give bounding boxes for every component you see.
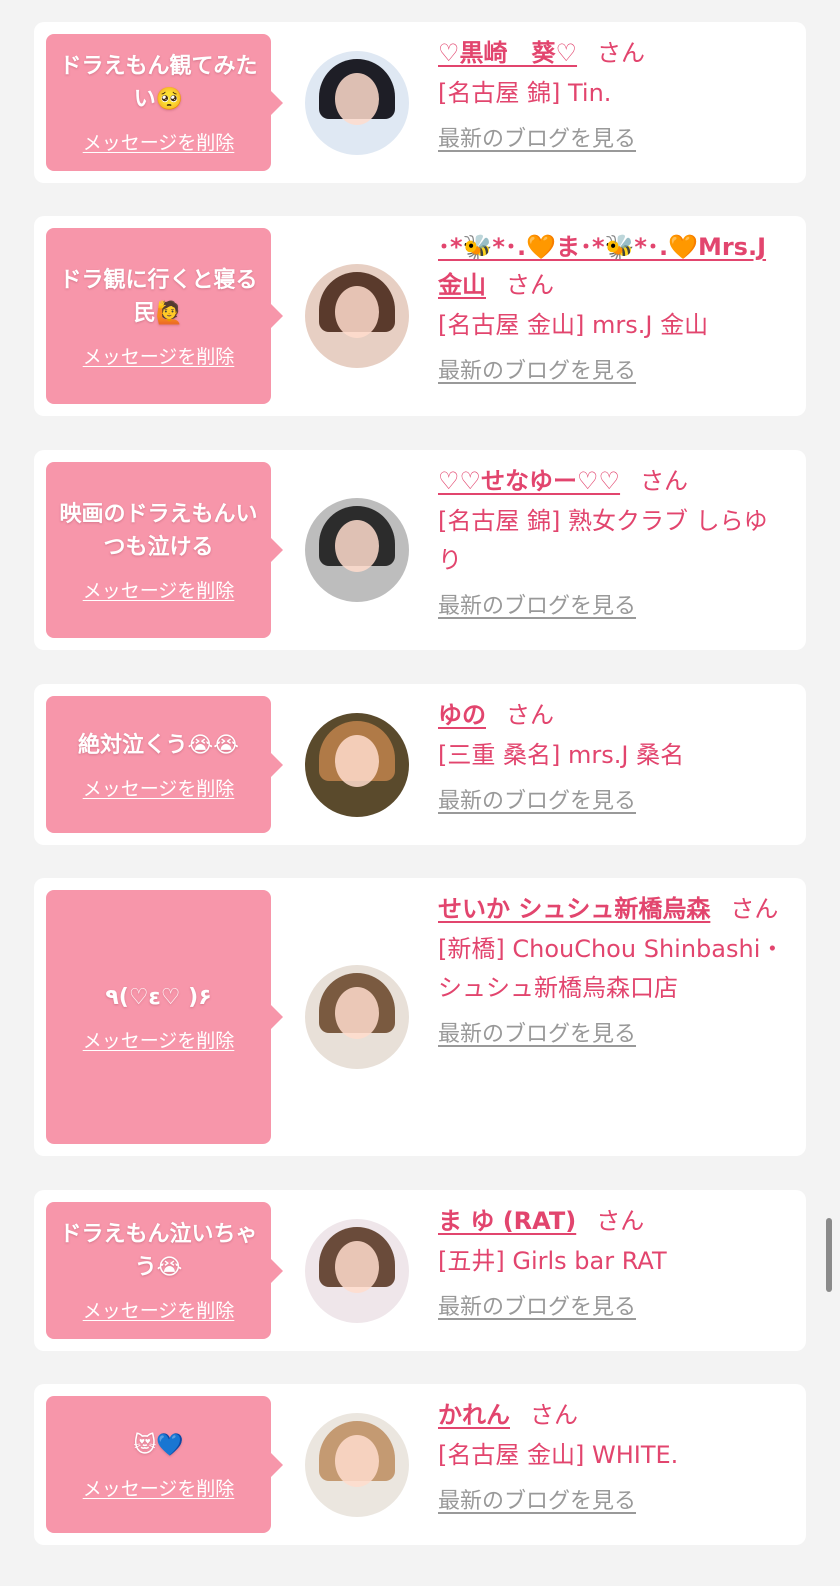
message-text: 😻💙: [133, 1432, 184, 1458]
message-card: ドラえもん泣いちゃう😭 メッセージを削除 ま ゆ (RAT) さん [五井] Gi…: [34, 1190, 806, 1351]
avatar[interactable]: [305, 51, 409, 155]
message-card: ٩(♡ε♡ )۶ メッセージを削除 せいか シュシュ新橋烏森 さん [新橋] Ch…: [34, 878, 806, 1156]
profile-info: ･*🐝*･.🧡ま･*🐝*･.🧡Mrs.J金山 さん [名古屋 金山] mrs.J …: [438, 228, 786, 387]
cast-name-link[interactable]: ･*🐝*･.🧡ま･*🐝*･.🧡Mrs.J金山: [438, 233, 766, 299]
profile-info: せいか シュシュ新橋烏森 さん [新橋] ChouChou Shinbashi・シ…: [438, 890, 786, 1050]
profile-info: ま ゆ (RAT) さん [五井] Girls bar RAT 最新のブログを見る: [438, 1202, 786, 1323]
message-card: 😻💙 メッセージを削除 かれん さん [名古屋 金山] WHITE. 最新のブログ…: [34, 1384, 806, 1545]
avatar[interactable]: [305, 1219, 409, 1323]
shop-info: [三重 桑名] mrs.J 桑名: [438, 741, 685, 769]
latest-blog-link[interactable]: 最新のブログを見る: [438, 787, 636, 817]
shop-info: [五井] Girls bar RAT: [438, 1247, 667, 1275]
delete-message-link[interactable]: メッセージを削除: [83, 576, 235, 603]
delete-message-link[interactable]: メッセージを削除: [83, 128, 235, 155]
name-line: ゆの さん: [438, 696, 786, 734]
name-line: ･*🐝*･.🧡ま･*🐝*･.🧡Mrs.J金山 さん: [438, 228, 786, 304]
avatar[interactable]: [305, 498, 409, 602]
shop-info: [新橋] ChouChou Shinbashi・シュシュ新橋烏森口店: [438, 935, 785, 1002]
latest-blog-link[interactable]: 最新のブログを見る: [438, 125, 636, 155]
message-text: 絶対泣くう😭😭: [78, 732, 239, 758]
message-bubble: 絶対泣くう😭😭 メッセージを削除: [46, 696, 283, 833]
message-text: 映画のドラえもんいつも泣ける: [59, 501, 258, 560]
message-bubble: ドラえもん泣いちゃう😭 メッセージを削除: [46, 1202, 283, 1339]
profile-info: ♡♡せなゆー♡♡ さん [名古屋 錦] 熟女クラブ しらゆり 最新のブログを見る: [438, 462, 786, 622]
name-line: ♡♡せなゆー♡♡ さん: [438, 462, 786, 500]
avatar-face: [335, 73, 379, 125]
delete-message-link[interactable]: メッセージを削除: [83, 774, 235, 801]
avatar-face: [335, 1241, 379, 1293]
honorific: さん: [597, 39, 646, 67]
message-card: ドラえもん観てみたい🥺 メッセージを削除 ♡黒崎 葵♡ さん [名古屋 錦] Ti…: [34, 22, 806, 183]
avatar[interactable]: [305, 1413, 409, 1517]
avatar-face: [335, 987, 379, 1039]
avatar-face: [335, 1435, 379, 1487]
avatar[interactable]: [305, 965, 409, 1069]
cast-name-link[interactable]: ま ゆ (RAT): [438, 1207, 576, 1235]
delete-message-link[interactable]: メッセージを削除: [83, 1296, 235, 1323]
honorific: さん: [640, 467, 689, 495]
delete-message-link[interactable]: メッセージを削除: [83, 1026, 235, 1053]
delete-message-link[interactable]: メッセージを削除: [83, 1474, 235, 1501]
shop-info: [名古屋 金山] mrs.J 金山: [438, 311, 709, 339]
avatar-face: [335, 286, 379, 338]
latest-blog-link[interactable]: 最新のブログを見る: [438, 357, 636, 387]
message-text: ドラ観に行くと寝る民🙋: [59, 267, 258, 326]
cast-name-link[interactable]: ♡♡せなゆー♡♡: [438, 467, 620, 495]
avatar[interactable]: [305, 264, 409, 368]
cast-name-link[interactable]: かれん: [438, 1401, 510, 1429]
shop-info: [名古屋 錦] Tin.: [438, 79, 612, 107]
latest-blog-link[interactable]: 最新のブログを見る: [438, 592, 636, 622]
message-bubble: ドラ観に行くと寝る民🙋 メッセージを削除: [46, 228, 283, 404]
latest-blog-link[interactable]: 最新のブログを見る: [438, 1293, 636, 1323]
honorific: さん: [596, 1207, 645, 1235]
cast-name-link[interactable]: せいか シュシュ新橋烏森: [438, 895, 710, 923]
message-card: 映画のドラえもんいつも泣ける メッセージを削除 ♡♡せなゆー♡♡ さん [名古屋 …: [34, 450, 806, 650]
message-bubble: 😻💙 メッセージを削除: [46, 1396, 283, 1533]
scrollbar[interactable]: [826, 1218, 832, 1292]
shop-info: [名古屋 金山] WHITE.: [438, 1441, 679, 1469]
honorific: さん: [530, 1401, 578, 1429]
profile-info: ゆの さん [三重 桑名] mrs.J 桑名 最新のブログを見る: [438, 696, 786, 817]
honorific: さん: [506, 701, 554, 729]
avatar[interactable]: [305, 713, 409, 817]
name-line: ま ゆ (RAT) さん: [438, 1202, 786, 1240]
latest-blog-link[interactable]: 最新のブログを見る: [438, 1020, 636, 1050]
message-bubble: ٩(♡ε♡ )۶ メッセージを削除: [46, 890, 283, 1144]
name-line: せいか シュシュ新橋烏森 さん: [438, 890, 786, 928]
honorific: さん: [730, 895, 779, 923]
name-line: ♡黒崎 葵♡ さん: [438, 34, 786, 72]
message-card: 絶対泣くう😭😭 メッセージを削除 ゆの さん [三重 桑名] mrs.J 桑名 最…: [34, 684, 806, 845]
honorific: さん: [506, 271, 554, 299]
shop-info: [名古屋 錦] 熟女クラブ しらゆり: [438, 507, 768, 574]
message-text: ٩(♡ε♡ )۶: [105, 985, 212, 1010]
message-bubble: ドラえもん観てみたい🥺 メッセージを削除: [46, 34, 283, 171]
avatar-face: [335, 735, 379, 787]
avatar-face: [335, 520, 379, 572]
message-feed: ドラえもん観てみたい🥺 メッセージを削除 ♡黒崎 葵♡ さん [名古屋 錦] Ti…: [0, 0, 840, 1586]
message-bubble: 映画のドラえもんいつも泣ける メッセージを削除: [46, 462, 283, 638]
latest-blog-link[interactable]: 最新のブログを見る: [438, 1487, 636, 1517]
cast-name-link[interactable]: ♡黒崎 葵♡: [438, 39, 577, 67]
name-line: かれん さん: [438, 1396, 786, 1434]
delete-message-link[interactable]: メッセージを削除: [83, 342, 235, 369]
message-text: ドラえもん泣いちゃう😭: [59, 1222, 258, 1280]
message-text: ドラえもん観てみたい🥺: [59, 54, 258, 112]
profile-info: ♡黒崎 葵♡ さん [名古屋 錦] Tin. 最新のブログを見る: [438, 34, 786, 155]
message-card: ドラ観に行くと寝る民🙋 メッセージを削除 ･*🐝*･.🧡ま･*🐝*･.🧡Mrs.…: [34, 216, 806, 416]
profile-info: かれん さん [名古屋 金山] WHITE. 最新のブログを見る: [438, 1396, 786, 1517]
cast-name-link[interactable]: ゆの: [438, 701, 486, 729]
